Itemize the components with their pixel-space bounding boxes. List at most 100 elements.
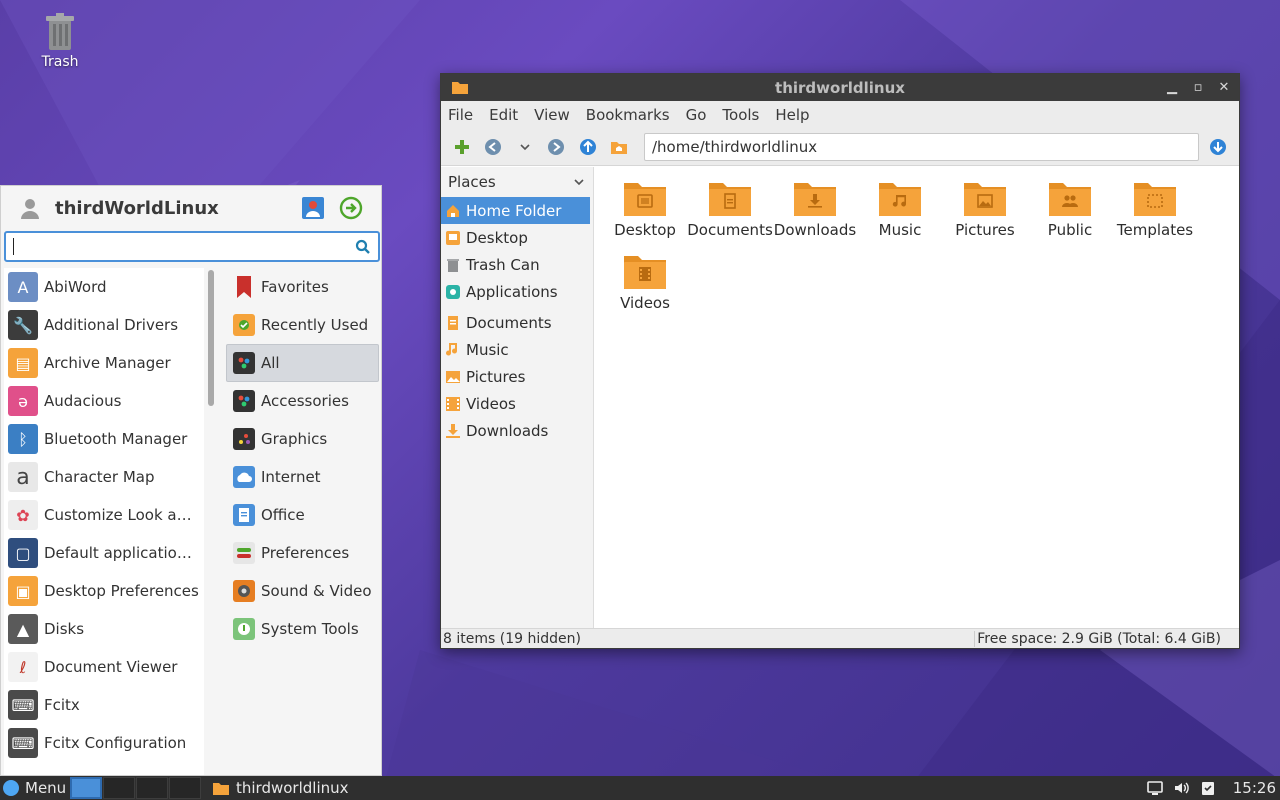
go-button[interactable] bbox=[1207, 136, 1229, 158]
text-cursor bbox=[13, 238, 14, 255]
titlebar[interactable]: thirdworldlinux ▁ ▫ ✕ bbox=[441, 74, 1239, 101]
app-item-default-applications[interactable]: ▢ Default applications for LXSession bbox=[4, 534, 204, 572]
app-item-fcitx-configuration[interactable]: ⌨ Fcitx Configuration bbox=[4, 724, 204, 762]
app-item-customize-look[interactable]: ✿ Customize Look and Feel bbox=[4, 496, 204, 534]
app-item-document-viewer[interactable]: ℓ Document Viewer bbox=[4, 648, 204, 686]
user-settings-button[interactable] bbox=[301, 196, 325, 220]
taskbar-window-file-manager[interactable]: thirdworldlinux bbox=[212, 779, 349, 797]
clipboard-icon[interactable] bbox=[1201, 780, 1215, 796]
close-icon[interactable]: ✕ bbox=[1217, 78, 1231, 96]
bookmark-documents[interactable]: Documents bbox=[441, 309, 593, 336]
menu-view[interactable]: View bbox=[534, 106, 578, 124]
workspace-2[interactable] bbox=[103, 777, 135, 799]
menu-help[interactable]: Help bbox=[775, 106, 817, 124]
places-header-label: Places bbox=[448, 173, 496, 191]
app-label: Default applications for LXSession bbox=[44, 544, 200, 562]
workspace-3[interactable] bbox=[136, 777, 168, 799]
category-graphics[interactable]: Graphics bbox=[221, 420, 381, 458]
bookmark-pictures[interactable]: Pictures bbox=[441, 363, 593, 390]
file-item-pictures[interactable]: Pictures bbox=[941, 179, 1029, 239]
menu-search-input[interactable] bbox=[4, 231, 380, 262]
taskbar: Menu thirdworldlinux 15:26 bbox=[0, 776, 1280, 800]
app-item-bluetooth-manager[interactable]: ᛒ Bluetooth Manager bbox=[4, 420, 204, 458]
category-label: Internet bbox=[261, 468, 321, 486]
downloads-folder-icon bbox=[794, 183, 836, 216]
category-internet[interactable]: Internet bbox=[221, 458, 381, 496]
app-label: Disks bbox=[44, 620, 85, 638]
logout-button[interactable] bbox=[339, 196, 363, 220]
app-list-scrollbar[interactable] bbox=[208, 270, 214, 406]
category-favorites[interactable]: Favorites bbox=[221, 268, 381, 306]
search-icon bbox=[355, 239, 370, 254]
app-item-abiword[interactable]: A AbiWord bbox=[4, 268, 204, 306]
app-item-fcitx[interactable]: ⌨ Fcitx bbox=[4, 686, 204, 724]
menu-tools[interactable]: Tools bbox=[722, 106, 767, 124]
place-home-folder[interactable]: Home Folder bbox=[441, 197, 590, 224]
file-item-music[interactable]: Music bbox=[856, 179, 944, 239]
category-preferences[interactable]: Preferences bbox=[221, 534, 381, 572]
category-sound-video[interactable]: Sound & Video bbox=[221, 572, 381, 610]
chevron-down-icon bbox=[574, 179, 584, 186]
bookmark-videos[interactable]: Videos bbox=[441, 390, 593, 417]
up-button[interactable] bbox=[577, 136, 599, 158]
recent-icon bbox=[233, 314, 255, 336]
forward-button[interactable] bbox=[546, 136, 568, 158]
app-item-additional-drivers[interactable]: 🔧 Additional Drivers bbox=[4, 306, 204, 344]
app-label: Fcitx bbox=[44, 696, 80, 714]
menubar: File Edit View Bookmarks Go Tools Help bbox=[441, 101, 1239, 128]
customize-icon: ✿ bbox=[8, 500, 38, 530]
file-item-desktop[interactable]: Desktop bbox=[601, 179, 689, 239]
category-label: Favorites bbox=[261, 278, 329, 296]
category-office[interactable]: Office bbox=[221, 496, 381, 534]
file-item-downloads[interactable]: Downloads bbox=[771, 179, 859, 239]
app-item-audacious[interactable]: ə Audacious bbox=[4, 382, 204, 420]
category-accessories[interactable]: Accessories bbox=[221, 382, 381, 420]
clock[interactable]: 15:26 bbox=[1233, 779, 1276, 797]
file-item-documents[interactable]: Documents bbox=[686, 179, 774, 239]
app-item-desktop-preferences[interactable]: ▣ Desktop Preferences bbox=[4, 572, 204, 610]
bookmark-downloads[interactable]: Downloads bbox=[441, 417, 593, 444]
volume-icon[interactable] bbox=[1173, 780, 1191, 796]
place-applications[interactable]: Applications bbox=[441, 278, 593, 305]
file-item-templates[interactable]: Templates bbox=[1111, 179, 1199, 239]
app-item-character-map[interactable]: a Character Map bbox=[4, 458, 204, 496]
app-item-disks[interactable]: ▲ Disks bbox=[4, 610, 204, 648]
videos-icon bbox=[445, 396, 461, 412]
places-header[interactable]: Places bbox=[441, 167, 593, 197]
new-tab-button[interactable] bbox=[451, 136, 473, 158]
bookmark-music[interactable]: Music bbox=[441, 336, 593, 363]
app-label: Customize Look and Feel bbox=[44, 506, 200, 524]
desktop-trash[interactable]: Trash bbox=[30, 12, 90, 70]
menu-edit[interactable]: Edit bbox=[489, 106, 526, 124]
username: thirdWorldLinux bbox=[55, 197, 219, 219]
menu-file[interactable]: File bbox=[448, 106, 481, 124]
home-button[interactable] bbox=[609, 136, 631, 158]
menu-go[interactable]: Go bbox=[686, 106, 715, 124]
file-item-videos[interactable]: Videos bbox=[601, 252, 689, 312]
file-item-public[interactable]: Public bbox=[1026, 179, 1114, 239]
workspace-4[interactable] bbox=[169, 777, 201, 799]
category-system-tools[interactable]: System Tools bbox=[221, 610, 381, 648]
character-map-icon: a bbox=[8, 462, 38, 492]
public-folder-icon bbox=[1049, 183, 1091, 216]
workspace-1[interactable] bbox=[70, 777, 102, 799]
start-menu-button[interactable]: Menu bbox=[0, 779, 70, 797]
place-desktop[interactable]: Desktop bbox=[441, 224, 593, 251]
pictures-icon bbox=[445, 369, 461, 385]
display-icon[interactable] bbox=[1146, 780, 1163, 796]
history-dropdown-button[interactable] bbox=[514, 136, 536, 158]
file-label: Music bbox=[878, 221, 922, 239]
minimize-icon[interactable]: ▁ bbox=[1165, 78, 1179, 96]
path-bar[interactable]: /home/thirdworldlinux bbox=[644, 132, 1200, 161]
app-label: Fcitx Configuration bbox=[44, 734, 187, 752]
place-trash-can[interactable]: Trash Can bbox=[441, 251, 593, 278]
desktop-prefs-icon: ▣ bbox=[8, 576, 38, 606]
plus-icon bbox=[454, 139, 469, 154]
app-item-archive-manager[interactable]: ▤ Archive Manager bbox=[4, 344, 204, 382]
menu-bookmarks[interactable]: Bookmarks bbox=[586, 106, 678, 124]
back-button[interactable] bbox=[483, 136, 505, 158]
bookmark-icon bbox=[233, 276, 255, 298]
category-all[interactable]: All bbox=[226, 344, 379, 382]
maximize-icon[interactable]: ▫ bbox=[1191, 78, 1205, 96]
category-recently-used[interactable]: Recently Used bbox=[221, 306, 381, 344]
